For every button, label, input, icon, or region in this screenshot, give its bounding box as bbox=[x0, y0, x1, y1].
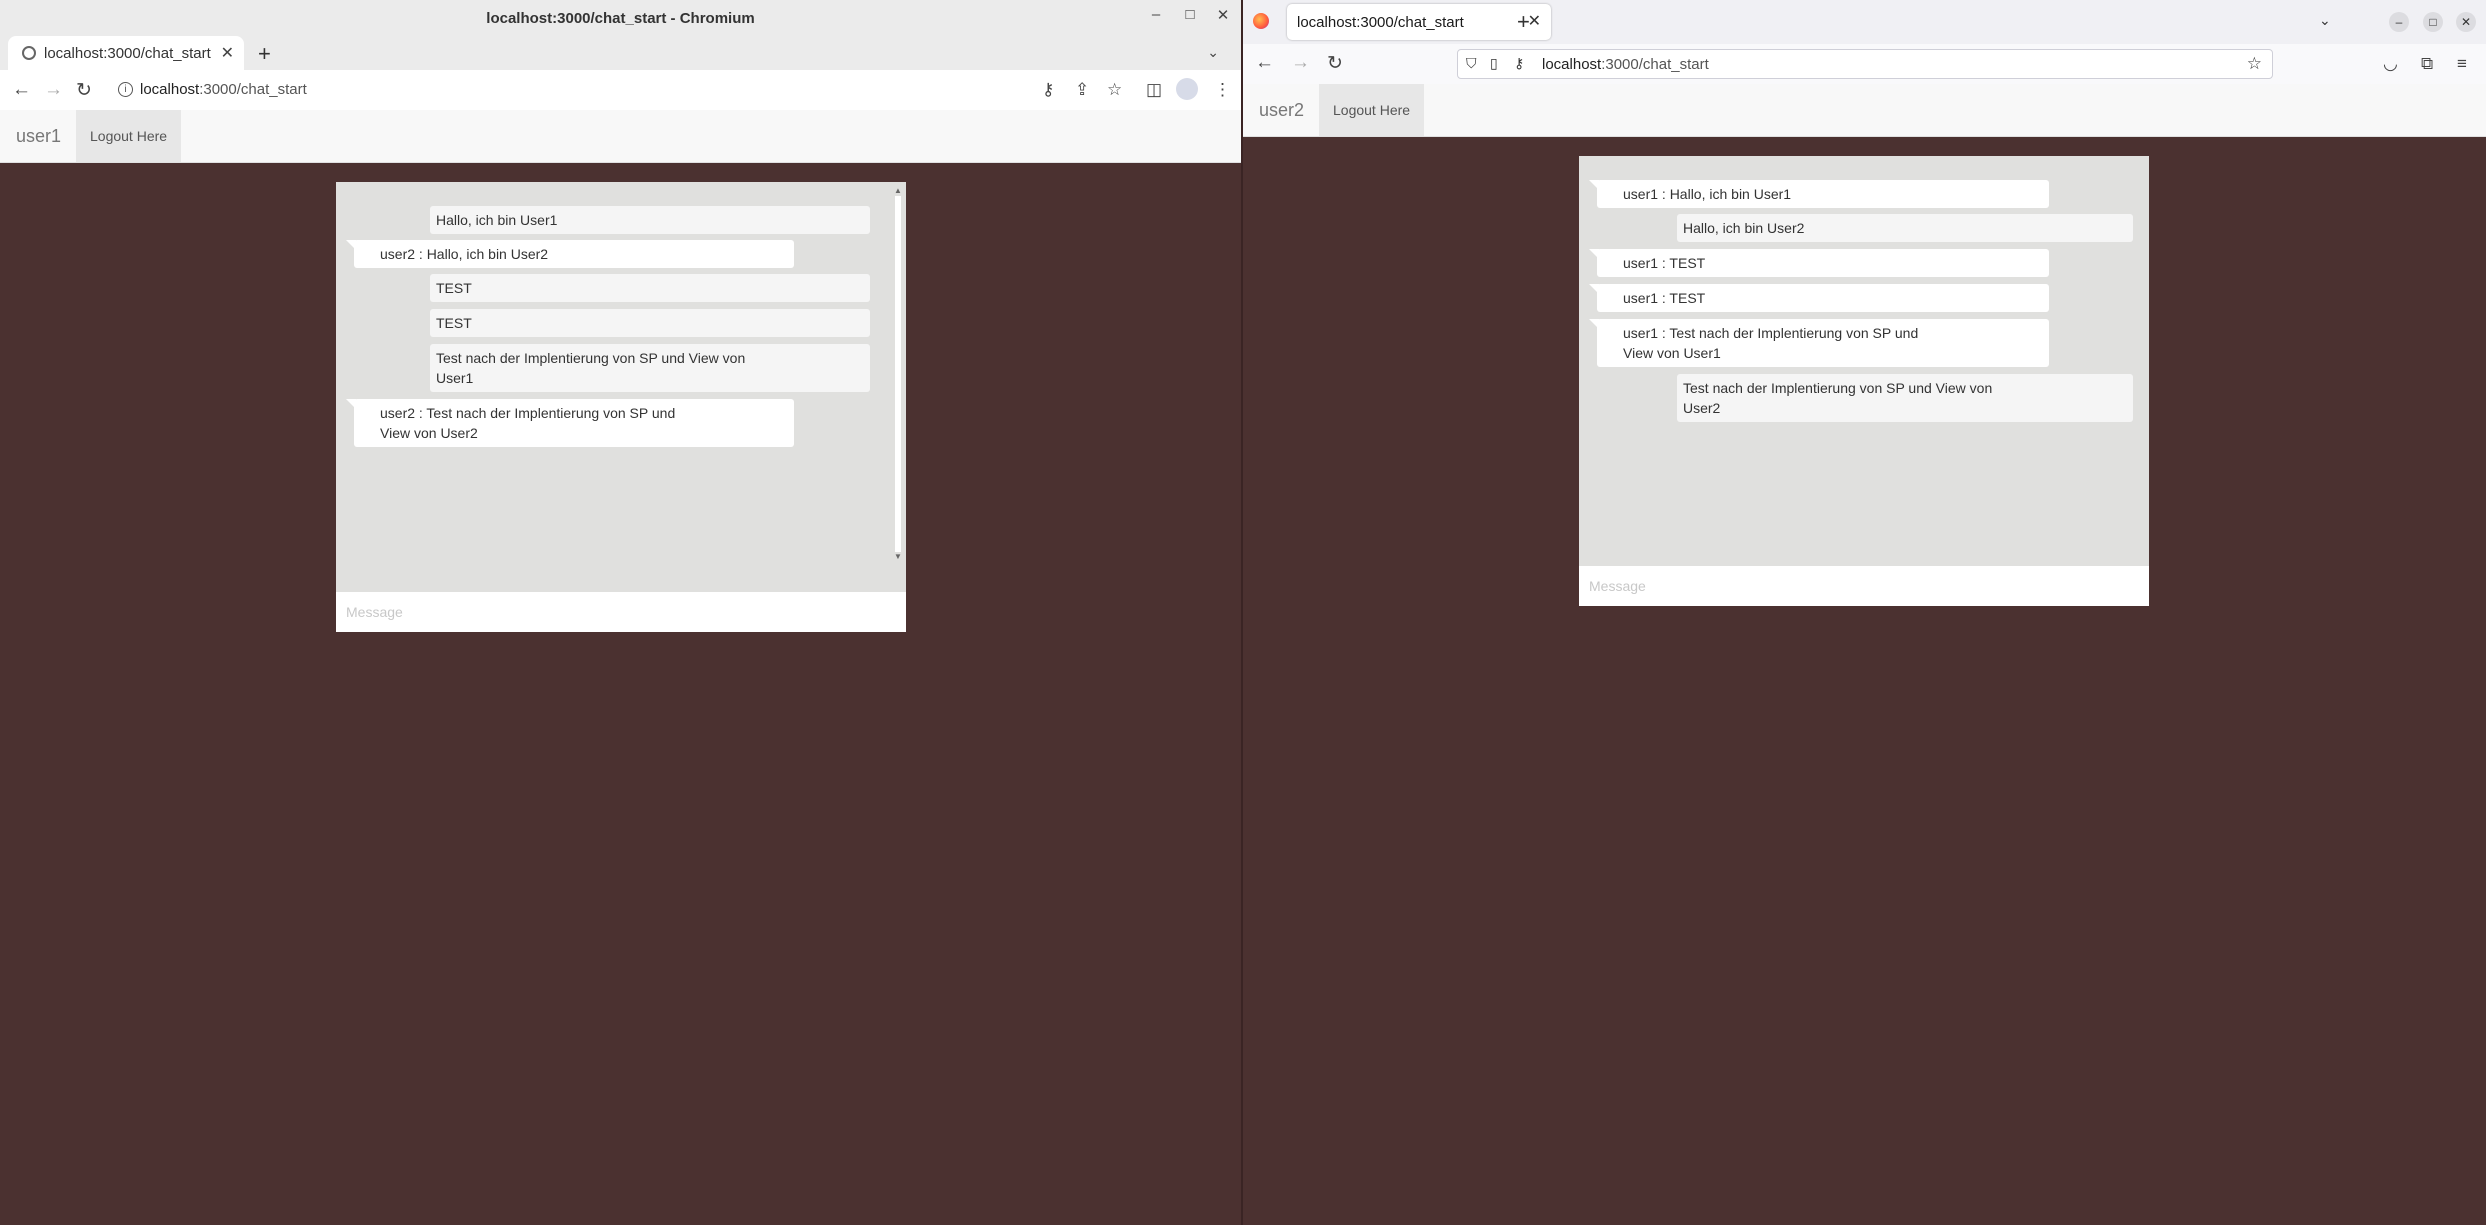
message-bubble-other: user1 : Test nach der Implentierung von … bbox=[1589, 319, 2049, 367]
star-icon[interactable]: ☆ bbox=[1107, 80, 1122, 100]
username-brand[interactable]: user1 bbox=[16, 126, 61, 147]
message-bubble-other: user1 : TEST bbox=[1589, 284, 2049, 312]
url-host: localhost bbox=[140, 81, 200, 98]
message-bubble-self: TEST bbox=[430, 309, 870, 337]
tab-bar: localhost:3000/chat_start ✕ + ⌄ – □ ✕ bbox=[1243, 0, 2486, 44]
app-navbar: user1 Logout Here bbox=[0, 110, 1241, 163]
message-bubble-other: user2 : Hallo, ich bin User2 bbox=[346, 240, 794, 268]
message-input[interactable] bbox=[336, 592, 906, 632]
username-brand[interactable]: user2 bbox=[1259, 100, 1304, 121]
browser-toolbar: ← → ↻ i localhost:3000/chat_start ⚷ ⇪ ☆ … bbox=[0, 70, 1241, 111]
shield-icon[interactable]: ⛉ bbox=[1466, 55, 1477, 72]
message-bubble-self: Test nach der Implentierung von SP und V… bbox=[430, 344, 870, 392]
chevron-down-icon[interactable]: ⌄ bbox=[2319, 12, 2331, 29]
message-bubble-self: Test nach der Implentierung von SP und V… bbox=[1677, 374, 2133, 422]
close-icon[interactable]: ✕ bbox=[1213, 6, 1233, 24]
key-icon[interactable]: ⚷ bbox=[1514, 55, 1524, 72]
back-icon[interactable]: ← bbox=[12, 79, 31, 101]
address-bar[interactable]: ⛉ ▯ ⚷ localhost:3000/chat_start ☆ bbox=[1457, 49, 2273, 79]
page-icon[interactable]: ▯ bbox=[1490, 55, 1498, 72]
url-path: :3000/chat_start bbox=[1601, 56, 1709, 73]
tab-title: localhost:3000/chat_start bbox=[1297, 14, 1464, 31]
browser-toolbar: ← → ↻ ⛉ ▯ ⚷ localhost:3000/chat_start ☆ … bbox=[1243, 44, 2486, 85]
message-list[interactable]: Hallo, ich bin User1 user2 : Hallo, ich … bbox=[336, 182, 906, 582]
logout-button[interactable]: Logout Here bbox=[76, 110, 182, 162]
menu-icon[interactable]: ⋮ bbox=[1214, 80, 1231, 100]
window-title: localhost:3000/chat_start - Chromium bbox=[486, 10, 755, 27]
message-bubble-other: user2 : Test nach der Implentierung von … bbox=[346, 399, 794, 447]
message-bubble-self: TEST bbox=[430, 274, 870, 302]
tab-chat-start[interactable]: localhost:3000/chat_start ✕ bbox=[8, 36, 244, 70]
key-icon[interactable]: ⚷ bbox=[1042, 80, 1054, 100]
firefox-logo-icon bbox=[1253, 13, 1269, 29]
share-icon[interactable]: ⇪ bbox=[1075, 80, 1089, 100]
star-icon[interactable]: ☆ bbox=[2247, 54, 2262, 74]
maximize-icon[interactable]: □ bbox=[2423, 12, 2443, 32]
logout-button[interactable]: Logout Here bbox=[1319, 84, 1425, 136]
reload-icon[interactable]: ↻ bbox=[1327, 52, 1343, 75]
new-tab-icon[interactable]: + bbox=[1517, 9, 1530, 35]
maximize-icon[interactable]: □ bbox=[1180, 6, 1200, 23]
scroll-up-icon[interactable]: ▲ bbox=[894, 186, 902, 195]
message-bubble-self: Hallo, ich bin User1 bbox=[430, 206, 870, 234]
firefox-window: localhost:3000/chat_start ✕ + ⌄ – □ ✕ ← … bbox=[1243, 0, 2486, 1225]
title-bar: localhost:3000/chat_start - Chromium – □… bbox=[0, 0, 1241, 36]
message-bubble-other: user1 : Hallo, ich bin User1 bbox=[1589, 180, 2049, 208]
profile-icon[interactable] bbox=[1176, 78, 1198, 100]
address-bar[interactable]: localhost:3000/chat_start bbox=[140, 81, 307, 98]
forward-icon[interactable]: → bbox=[1291, 52, 1310, 74]
message-input[interactable] bbox=[1579, 566, 2149, 606]
message-bubble-other: user1 : TEST bbox=[1589, 249, 2049, 277]
scrollbar[interactable]: ▲ ▼ bbox=[894, 186, 902, 562]
pocket-icon[interactable]: ◡ bbox=[2383, 54, 2398, 74]
new-tab-icon[interactable]: + bbox=[258, 41, 271, 67]
minimize-icon[interactable]: – bbox=[1146, 6, 1166, 23]
sidepanel-icon[interactable]: ◫ bbox=[1146, 80, 1162, 100]
scroll-down-icon[interactable]: ▼ bbox=[894, 552, 902, 561]
url-host: localhost bbox=[1542, 56, 1602, 73]
info-icon[interactable]: i bbox=[118, 82, 133, 97]
minimize-icon[interactable]: – bbox=[2389, 12, 2409, 32]
message-bubble-self: Hallo, ich bin User2 bbox=[1677, 214, 2133, 242]
scrollbar-thumb[interactable] bbox=[895, 196, 901, 552]
message-list[interactable]: user1 : Hallo, ich bin User1 Hallo, ich … bbox=[1579, 156, 2149, 556]
url-path: :3000/chat_start bbox=[199, 81, 307, 98]
chat-box: Hallo, ich bin User1 user2 : Hallo, ich … bbox=[336, 182, 906, 632]
reload-icon[interactable]: ↻ bbox=[76, 79, 92, 102]
close-icon[interactable]: ✕ bbox=[2456, 12, 2476, 32]
chevron-down-icon[interactable]: ⌄ bbox=[1207, 44, 1219, 61]
extensions-icon[interactable]: ⧉ bbox=[2421, 54, 2433, 74]
tab-chat-start[interactable]: localhost:3000/chat_start ✕ bbox=[1287, 4, 1551, 40]
menu-icon[interactable]: ≡ bbox=[2457, 54, 2467, 74]
globe-icon bbox=[22, 46, 36, 60]
forward-icon[interactable]: → bbox=[44, 79, 63, 101]
chromium-window: localhost:3000/chat_start - Chromium – □… bbox=[0, 0, 1241, 1225]
back-icon[interactable]: ← bbox=[1255, 52, 1274, 74]
tab-bar: localhost:3000/chat_start ✕ + ⌄ bbox=[0, 36, 1241, 70]
tab-title: localhost:3000/chat_start bbox=[44, 45, 211, 62]
app-navbar: user2 Logout Here bbox=[1243, 84, 2486, 137]
tab-close-icon[interactable]: ✕ bbox=[221, 43, 234, 63]
chat-box: user1 : Hallo, ich bin User1 Hallo, ich … bbox=[1579, 156, 2149, 606]
